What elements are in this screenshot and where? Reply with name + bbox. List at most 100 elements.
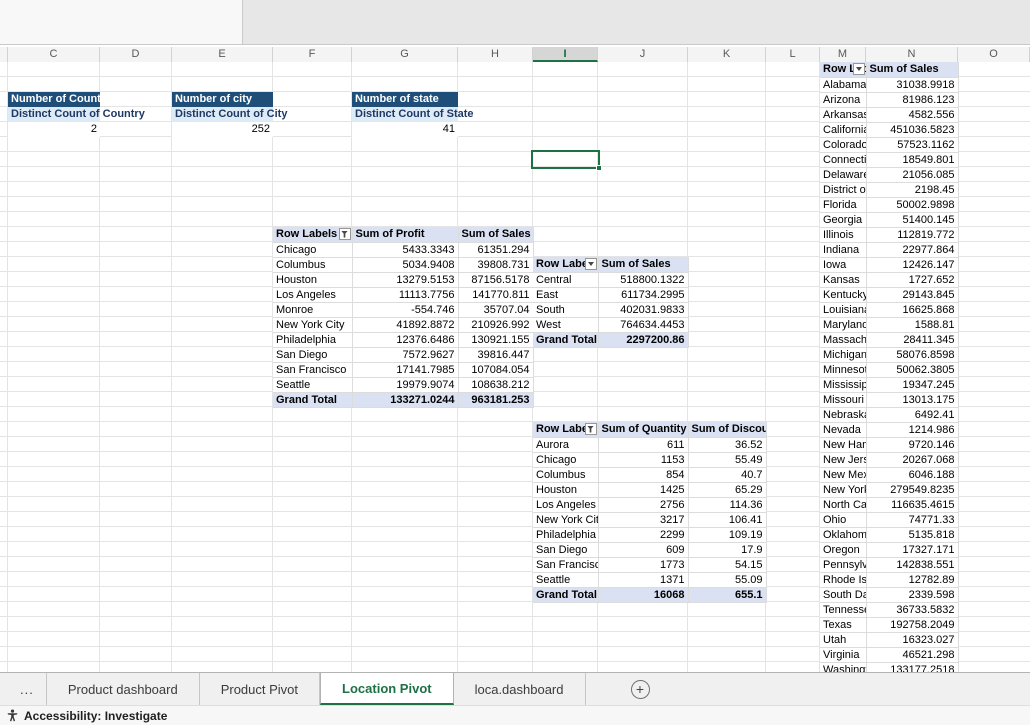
- column-header-L[interactable]: L: [766, 47, 820, 62]
- value-cell[interactable]: 81986.123: [866, 92, 959, 108]
- column-header-E[interactable]: E: [172, 47, 273, 62]
- row-label-cell[interactable]: Nebraska: [820, 407, 867, 423]
- column-header-F[interactable]: F: [273, 47, 352, 62]
- selected-cell[interactable]: [531, 150, 602, 171]
- value-cell[interactable]: 5034.9408: [352, 257, 459, 273]
- value-cell[interactable]: 210926.992: [458, 317, 534, 333]
- row-label-cell[interactable]: Chicago: [273, 242, 353, 258]
- row-label-cell[interactable]: Philadelphia: [273, 332, 353, 348]
- value-cell[interactable]: 611: [598, 437, 689, 453]
- row-label-cell[interactable]: San Francisco: [273, 362, 353, 378]
- value-cell[interactable]: 39816.447: [458, 347, 534, 363]
- value-cell[interactable]: 19979.9074: [352, 377, 459, 393]
- column-header-K[interactable]: K: [688, 47, 766, 62]
- row-label-cell[interactable]: Massachusetts: [820, 332, 867, 348]
- value-cell[interactable]: 17327.171: [866, 542, 959, 558]
- value-cell[interactable]: 5433.3343: [352, 242, 459, 258]
- row-label-cell[interactable]: Utah: [820, 632, 867, 648]
- value-cell[interactable]: 58076.8598: [866, 347, 959, 363]
- row-label-cell[interactable]: Georgia: [820, 212, 867, 228]
- row-label-cell[interactable]: Texas: [820, 617, 867, 633]
- value-cell[interactable]: 61351.294: [458, 242, 534, 258]
- row-label-cell[interactable]: Chicago: [533, 452, 599, 468]
- value-cell[interactable]: 55.09: [688, 572, 767, 588]
- row-label-cell[interactable]: Columbus: [273, 257, 353, 273]
- value-cell[interactable]: 109.19: [688, 527, 767, 543]
- value-cell[interactable]: 1153: [598, 452, 689, 468]
- value-cell[interactable]: 130921.155: [458, 332, 534, 348]
- value-cell[interactable]: 2339.598: [866, 587, 959, 603]
- row-label-cell[interactable]: Rhode Island: [820, 572, 867, 588]
- value-cell[interactable]: 114.36: [688, 497, 767, 513]
- value-cell[interactable]: 112819.772: [866, 227, 959, 243]
- row-label-cell[interactable]: Tennessee: [820, 602, 867, 618]
- value-cell[interactable]: 35707.04: [458, 302, 534, 318]
- row-label-cell[interactable]: New Mexico: [820, 467, 867, 483]
- row-label-cell[interactable]: District of Columbia: [820, 182, 867, 198]
- value-cell[interactable]: 22977.864: [866, 242, 959, 258]
- value-cell[interactable]: 402031.9833: [598, 302, 689, 318]
- value-cell[interactable]: 611734.2995: [598, 287, 689, 303]
- dropdown-icon[interactable]: [852, 63, 865, 75]
- value-cell[interactable]: 106.41: [688, 512, 767, 528]
- row-label-cell[interactable]: Seattle: [533, 572, 599, 588]
- value-cell[interactable]: 9720.146: [866, 437, 959, 453]
- row-label-cell[interactable]: Indiana: [820, 242, 867, 258]
- row-label-cell[interactable]: Monroe: [273, 302, 353, 318]
- value-cell[interactable]: 2756: [598, 497, 689, 513]
- row-labels-header[interactable]: Row Labels: [533, 257, 599, 273]
- row-label-cell[interactable]: Kansas: [820, 272, 867, 288]
- row-label-cell[interactable]: Michigan: [820, 347, 867, 363]
- filter-icon[interactable]: [584, 423, 597, 435]
- tab-product-dashboard[interactable]: Product dashboard: [47, 673, 200, 705]
- value-cell[interactable]: 16625.868: [866, 302, 959, 318]
- column-header-D[interactable]: D: [100, 47, 172, 62]
- value-cell[interactable]: 87156.5178: [458, 272, 534, 288]
- value-cell[interactable]: 18549.801: [866, 152, 959, 168]
- value-cell[interactable]: 2198.45: [866, 182, 959, 198]
- sum-of-sales-header[interactable]: Sum of Sales: [866, 62, 959, 78]
- value-cell[interactable]: 141770.811: [458, 287, 534, 303]
- value-cell[interactable]: 451036.5823: [866, 122, 959, 138]
- row-label-cell[interactable]: North Carolina: [820, 497, 867, 513]
- tab-location-pivot[interactable]: Location Pivot: [320, 673, 454, 705]
- row-label-cell[interactable]: New York: [820, 482, 867, 498]
- row-label-cell[interactable]: Alabama: [820, 77, 867, 93]
- row-label-cell[interactable]: New York City: [533, 512, 599, 528]
- row-label-cell[interactable]: Ohio: [820, 512, 867, 528]
- grand-total-label[interactable]: Grand Total: [273, 392, 353, 408]
- value-cell[interactable]: 116635.4615: [866, 497, 959, 513]
- value-cell[interactable]: 36.52: [688, 437, 767, 453]
- row-label-cell[interactable]: San Diego: [273, 347, 353, 363]
- value-cell[interactable]: 65.29: [688, 482, 767, 498]
- value-cell[interactable]: 13013.175: [866, 392, 959, 408]
- sum-of-sales-header[interactable]: Sum of Sales: [598, 257, 689, 273]
- value-cell[interactable]: 854: [598, 467, 689, 483]
- row-labels-header[interactable]: Row Labels: [820, 62, 867, 78]
- grand-total-quantity[interactable]: 16068: [598, 587, 689, 603]
- sum-of-sales-header[interactable]: Sum of Sales: [458, 227, 534, 243]
- value-cell[interactable]: 57523.1162: [866, 137, 959, 153]
- row-label-cell[interactable]: Central: [533, 272, 599, 288]
- row-label-cell[interactable]: Kentucky: [820, 287, 867, 303]
- row-label-cell[interactable]: Florida: [820, 197, 867, 213]
- row-label-cell[interactable]: California: [820, 122, 867, 138]
- value-cell[interactable]: 192758.2049: [866, 617, 959, 633]
- value-cell[interactable]: 46521.298: [866, 647, 959, 663]
- row-label-cell[interactable]: New Hampshire: [820, 437, 867, 453]
- sheet-grid[interactable]: Number of Country Distinct Count of Coun…: [0, 62, 1030, 672]
- grand-total-profit[interactable]: 133271.0244: [352, 392, 459, 408]
- row-label-cell[interactable]: Los Angeles: [273, 287, 353, 303]
- value-cell[interactable]: 12376.6486: [352, 332, 459, 348]
- row-label-cell[interactable]: Arkansas: [820, 107, 867, 123]
- row-labels-header[interactable]: Row Labels: [533, 422, 599, 438]
- row-label-cell[interactable]: San Francisco: [533, 557, 599, 573]
- value-cell[interactable]: 11113.7756: [352, 287, 459, 303]
- value-cell[interactable]: 13279.5153: [352, 272, 459, 288]
- row-label-cell[interactable]: Mississippi: [820, 377, 867, 393]
- tab-loca-dashboard[interactable]: loca.dashboard: [454, 673, 586, 705]
- grand-total-sales[interactable]: 963181.253: [458, 392, 534, 408]
- row-label-cell[interactable]: Washington: [820, 662, 867, 672]
- row-label-cell[interactable]: Nevada: [820, 422, 867, 438]
- value-cell[interactable]: 1214.986: [866, 422, 959, 438]
